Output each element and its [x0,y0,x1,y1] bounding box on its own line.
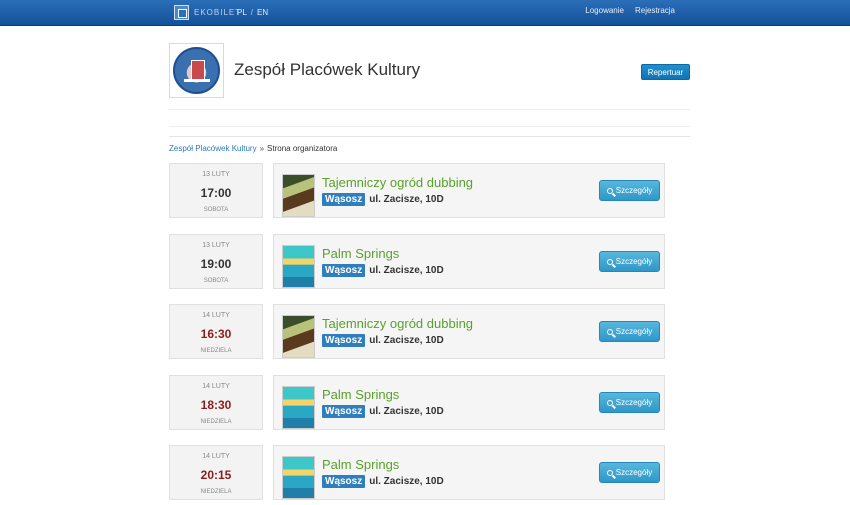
details-button[interactable]: Szczegóły [599,251,660,272]
event-row: 14 LUTY 20:15 NIEDZIELA Palm Springs Wąs… [169,445,665,500]
event-time: 17:00 [200,186,232,200]
event-date: 13 LUTY 19:00 SOBOTA [169,234,263,289]
event-day: 14 LUTY [202,312,230,319]
city-badge: Wąsosz [322,264,366,277]
details-button-label: Szczegóły [615,398,653,407]
event-time: 19:00 [200,257,232,271]
details-button[interactable]: Szczegóły [599,321,660,342]
event-address: ul. Zacisze, 10D [369,476,444,487]
breadcrumb-current: Strona organizatora [267,144,338,153]
breadcrumb-separator: » [259,144,265,153]
event-day: 13 LUTY [202,242,230,249]
event-row: 14 LUTY 18:30 NIEDZIELA Palm Springs Wąs… [169,375,665,430]
event-address: ul. Zacisze, 10D [369,335,444,346]
event-location: Wąsosz ul. Zacisze, 10D [322,475,444,488]
register-link[interactable]: Rejestracja [635,6,675,15]
event-address: ul. Zacisze, 10D [369,194,444,205]
divider [169,126,690,127]
event-card: Tajemniczy ogród dubbing Wąsosz ul. Zaci… [273,304,665,359]
event-address: ul. Zacisze, 10D [369,265,444,276]
lang-separator: / [250,8,254,17]
account-links: Logowanie Rejestracja [585,6,675,15]
event-weekday: SOBOTA [203,207,229,213]
divider [169,109,690,110]
repertuar-button[interactable]: Repertuar [641,64,690,80]
event-date: 13 LUTY 17:00 SOBOTA [169,163,263,218]
ekobilet-logo-icon [174,5,189,20]
event-date: 14 LUTY 16:30 NIEDZIELA [169,304,263,359]
event-weekday: NIEDZIELA [200,489,232,495]
event-row: 14 LUTY 16:30 NIEDZIELA Tajemniczy ogród… [169,304,665,359]
event-poster[interactable] [282,315,315,358]
event-day: 13 LUTY [202,171,230,178]
event-card: Palm Springs Wąsosz ul. Zacisze, 10D Szc… [273,234,665,289]
event-day: 14 LUTY [202,383,230,390]
event-poster[interactable] [282,456,315,499]
event-title[interactable]: Palm Springs [322,457,399,472]
event-title[interactable]: Tajemniczy ogród dubbing [322,316,473,331]
event-time: 18:30 [200,398,232,412]
event-title[interactable]: Tajemniczy ogród dubbing [322,175,473,190]
login-link[interactable]: Logowanie [585,6,624,15]
search-icon [606,469,613,476]
event-title[interactable]: Palm Springs [322,387,399,402]
lang-pl-link[interactable]: PL [237,8,247,17]
organizer-logo [169,43,224,98]
lang-en-link[interactable]: EN [257,8,268,17]
event-poster[interactable] [282,386,315,429]
event-weekday: NIEDZIELA [200,419,232,425]
details-button-label: Szczegóły [615,257,653,266]
details-button[interactable]: Szczegóły [599,392,660,413]
language-switcher: PL / EN [237,8,268,17]
city-badge: Wąsosz [322,475,366,488]
details-button-label: Szczegóły [615,186,653,195]
event-poster[interactable] [282,245,315,288]
search-icon [606,399,613,406]
event-card: Palm Springs Wąsosz ul. Zacisze, 10D Szc… [273,445,665,500]
brand-name: EKOBILET [194,8,242,17]
event-time: 16:30 [200,327,232,341]
event-day: 14 LUTY [202,453,230,460]
event-location: Wąsosz ul. Zacisze, 10D [322,264,444,277]
details-button-label: Szczegóły [615,468,653,477]
search-icon [606,258,613,265]
details-button-label: Szczegóły [615,327,653,336]
top-navbar: EKOBILET PL / EN Logowanie Rejestracja [0,0,850,26]
event-location: Wąsosz ul. Zacisze, 10D [322,193,444,206]
breadcrumb-organizer-link[interactable]: Zespół Placówek Kultury [169,144,257,153]
city-badge: Wąsosz [322,334,366,347]
event-address: ul. Zacisze, 10D [369,406,444,417]
city-badge: Wąsosz [322,193,366,206]
event-poster[interactable] [282,174,315,217]
details-button[interactable]: Szczegóły [599,462,660,483]
event-location: Wąsosz ul. Zacisze, 10D [322,334,444,347]
search-icon [606,187,613,194]
event-weekday: SOBOTA [203,278,229,284]
brand-link[interactable]: EKOBILET [174,5,241,20]
event-row: 13 LUTY 17:00 SOBOTA Tajemniczy ogród du… [169,163,665,218]
breadcrumb: Zespół Placówek Kultury» Strona organizat… [169,144,337,153]
city-badge: Wąsosz [322,405,366,418]
event-weekday: NIEDZIELA [200,348,232,354]
details-button[interactable]: Szczegóły [599,180,660,201]
divider [169,136,690,137]
event-date: 14 LUTY 20:15 NIEDZIELA [169,445,263,500]
event-row: 13 LUTY 19:00 SOBOTA Palm Springs Wąsosz… [169,234,665,289]
search-icon [606,328,613,335]
event-card: Tajemniczy ogród dubbing Wąsosz ul. Zaci… [273,163,665,218]
event-time: 20:15 [200,468,232,482]
organizer-seal-icon [173,47,220,94]
event-title[interactable]: Palm Springs [322,246,399,261]
event-location: Wąsosz ul. Zacisze, 10D [322,405,444,418]
event-card: Palm Springs Wąsosz ul. Zacisze, 10D Szc… [273,375,665,430]
event-date: 14 LUTY 18:30 NIEDZIELA [169,375,263,430]
page-title: Zespół Placówek Kultury [234,60,421,79]
